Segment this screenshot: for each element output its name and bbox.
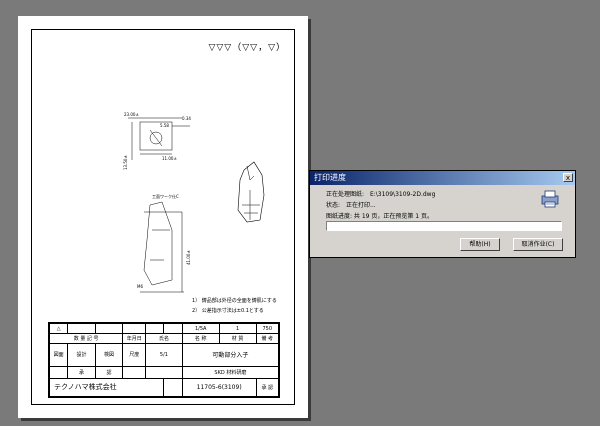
note-line: 1） 鋳品部は外径の全面を鋳肌にする bbox=[192, 298, 277, 304]
drawing-notes: 1） 鋳品部は外径の全面を鋳肌にする 2） 公差指示寸法は±0.1とする bbox=[192, 296, 277, 316]
stamp-label: 承 認 bbox=[255, 377, 280, 398]
header-cell: 年月日 bbox=[122, 333, 147, 345]
processing-label: 正在处理图纸: bbox=[326, 191, 365, 198]
help-button[interactable]: 帮助(H) bbox=[460, 238, 500, 251]
svg-text:13.50±: 13.50± bbox=[123, 155, 128, 170]
drawing-sheet: ▽▽▽（▽▽，▽） 23.00± 5.58 11.00± 0.34 13.50± bbox=[18, 16, 308, 418]
header-cell: 承 bbox=[67, 365, 96, 379]
header-cell: 認 bbox=[94, 365, 124, 379]
dialog-titlebar[interactable]: 打印进度 x bbox=[310, 171, 575, 185]
company-name: テクノハマ株式会社 bbox=[48, 377, 165, 398]
close-button[interactable]: x bbox=[563, 173, 573, 182]
progress-text: 图纸进度: 共 19 页，正在预览第 1 页。 bbox=[326, 213, 434, 220]
status-label: 状态: bbox=[326, 202, 341, 209]
title-cell: 750 bbox=[255, 322, 280, 335]
header-cell: 材 質 bbox=[218, 333, 257, 345]
svg-text:41.00±: 41.00± bbox=[186, 250, 191, 265]
svg-text:工面ワーク仕C: 工面ワーク仕C bbox=[152, 193, 179, 199]
note-line: 2） 公差指示寸法は±0.1とする bbox=[192, 308, 264, 314]
revision-mark: △ bbox=[48, 322, 69, 335]
progress-bar bbox=[326, 221, 562, 231]
header-cell: 尺度 bbox=[122, 343, 147, 367]
svg-text:23.00±: 23.00± bbox=[124, 112, 139, 117]
header-cell: 検図 bbox=[94, 343, 124, 367]
header-cell: 図面 bbox=[48, 343, 69, 367]
processing-row: 正在处理图纸: E:\3109\3109-2D.dwg bbox=[326, 189, 435, 198]
printer-icon bbox=[541, 190, 559, 208]
header-cell: 氏名 bbox=[145, 333, 183, 345]
scale-cell: 5/1 bbox=[145, 343, 183, 367]
drawing-frame: ▽▽▽（▽▽，▽） 23.00± 5.58 11.00± 0.34 13.50± bbox=[31, 29, 295, 405]
dialog-title: 打印进度 bbox=[314, 173, 346, 182]
svg-text:5.58: 5.58 bbox=[160, 123, 169, 128]
svg-text:M6: M6 bbox=[137, 284, 143, 289]
material-cell: SKD 材料研磨 bbox=[181, 365, 280, 379]
cancel-job-button[interactable]: 取消作业(C) bbox=[513, 238, 563, 251]
title-cell: 1/5A bbox=[181, 322, 220, 335]
status-row: 状态: 正在打印... bbox=[326, 200, 376, 209]
part-name: 可動部分入子 bbox=[181, 343, 280, 367]
drawing-number: 11705-6(3109) bbox=[181, 377, 257, 398]
header-cell: 備 考 bbox=[255, 333, 280, 345]
header-cell: 名 称 bbox=[181, 333, 220, 345]
status-value: 正在打印... bbox=[345, 202, 376, 209]
header-cell: 設計 bbox=[67, 343, 96, 367]
title-block: △ 1/5A 1 750 数 量 記 号 年月日 氏名 名 称 材 質 備 考 … bbox=[48, 322, 280, 398]
print-progress-dialog: 打印进度 x 正在处理图纸: E:\3109\3109-2D.dwg 状态: 正… bbox=[309, 170, 576, 258]
header-cell: 数 量 記 号 bbox=[48, 333, 124, 345]
svg-text:0.34: 0.34 bbox=[182, 116, 191, 121]
processing-value: E:\3109\3109-2D.dwg bbox=[369, 191, 436, 198]
title-cell: 1 bbox=[218, 322, 257, 335]
svg-text:11.00±: 11.00± bbox=[162, 156, 177, 161]
